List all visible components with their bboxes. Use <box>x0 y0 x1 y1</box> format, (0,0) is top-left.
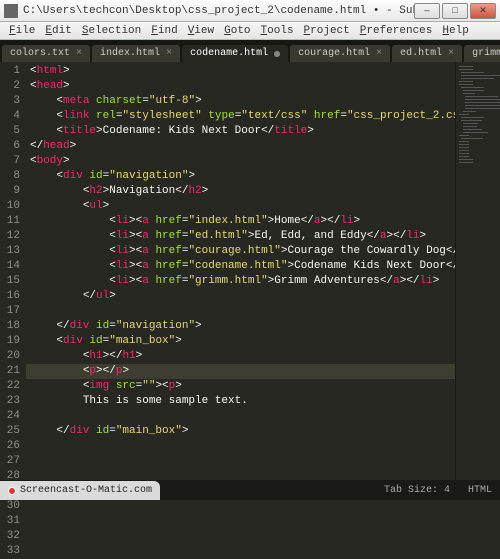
status-tab-size[interactable]: Tab Size: 4 <box>384 485 450 496</box>
code-line[interactable]: <li><a href="index.html">Home</a></li> <box>26 214 455 229</box>
menu-goto[interactable]: Goto <box>219 25 255 37</box>
tab-courage-html[interactable]: courage.html× <box>290 45 390 62</box>
window-titlebar: C:\Users\techcon\Desktop\css_project_2\c… <box>0 0 500 22</box>
code-line[interactable] <box>26 304 455 319</box>
code-line[interactable]: <div id="navigation"> <box>26 169 455 184</box>
record-icon <box>8 487 16 495</box>
tab-index-html[interactable]: index.html× <box>92 45 180 62</box>
code-line[interactable]: <meta charset="utf-8"> <box>26 94 455 109</box>
code-line[interactable]: <li><a href="courage.html">Courage the C… <box>26 244 455 259</box>
code-line[interactable] <box>26 409 455 424</box>
line-gutter: 1234567891011121314151617181920212223242… <box>0 62 26 480</box>
tab-grimm-html[interactable]: grimm.html× <box>464 45 500 62</box>
tab-close-icon[interactable]: × <box>376 48 382 59</box>
code-line[interactable]: This is some sample text. <box>26 394 455 409</box>
code-line[interactable]: <p></p> <box>26 364 455 379</box>
code-line[interactable]: </div id="navigation"> <box>26 319 455 334</box>
code-line[interactable]: </ul> <box>26 289 455 304</box>
menu-tools[interactable]: Tools <box>256 25 299 37</box>
window-title: C:\Users\techcon\Desktop\css_project_2\c… <box>23 5 414 17</box>
close-button[interactable]: ✕ <box>470 3 496 19</box>
menu-file[interactable]: File <box>4 25 40 37</box>
tab-close-icon[interactable] <box>274 51 280 57</box>
code-line[interactable]: <h2>Navigation</h2> <box>26 184 455 199</box>
code-line[interactable]: <img src=""><p> <box>26 379 455 394</box>
code-line[interactable] <box>26 439 455 454</box>
code-line[interactable]: <li><a href="codename.html">Codename Kid… <box>26 259 455 274</box>
tab-close-icon[interactable]: × <box>76 48 82 59</box>
code-line[interactable]: <div id="main_box"> <box>26 334 455 349</box>
code-line[interactable]: </head> <box>26 139 455 154</box>
code-line[interactable]: <li><a href="grimm.html">Grimm Adventure… <box>26 274 455 289</box>
menu-project[interactable]: Project <box>299 25 355 37</box>
code-line[interactable] <box>26 469 455 480</box>
tab-close-icon[interactable]: × <box>166 48 172 59</box>
watermark-text: Screencast-O-Matic.com <box>20 485 152 496</box>
tab-colors-txt[interactable]: colors.txt× <box>2 45 90 62</box>
code-line[interactable]: <head> <box>26 79 455 94</box>
code-line[interactable]: <link rel="stylesheet" type="text/css" h… <box>26 109 455 124</box>
tab-bar: colors.txt×index.html×codename.htmlcoura… <box>0 40 500 62</box>
minimap[interactable] <box>455 62 500 480</box>
code-line[interactable]: <li><a href="ed.html">Ed, Edd, and Eddy<… <box>26 229 455 244</box>
code-line[interactable]: <ul> <box>26 199 455 214</box>
code-line[interactable] <box>26 454 455 469</box>
menu-view[interactable]: View <box>183 25 219 37</box>
tab-close-icon[interactable]: × <box>448 48 454 59</box>
code-line[interactable]: <title>Codename: Kids Next Door</title> <box>26 124 455 139</box>
menu-help[interactable]: Help <box>437 25 473 37</box>
code-line[interactable]: <body> <box>26 154 455 169</box>
code-line[interactable]: <html> <box>26 64 455 79</box>
editor-area: 1234567891011121314151617181920212223242… <box>0 62 500 480</box>
code-line[interactable]: <h1></h1> <box>26 349 455 364</box>
menu-selection[interactable]: Selection <box>77 25 146 37</box>
menu-find[interactable]: Find <box>146 25 182 37</box>
menu-edit[interactable]: Edit <box>40 25 76 37</box>
tab-codename-html[interactable]: codename.html <box>182 45 288 62</box>
status-language[interactable]: HTML <box>468 485 492 496</box>
menu-preferences[interactable]: Preferences <box>355 25 438 37</box>
tab-ed-html[interactable]: ed.html× <box>392 45 462 62</box>
menu-bar: FileEditSelectionFindViewGotoToolsProjec… <box>0 22 500 40</box>
app-icon <box>4 4 18 18</box>
code-content[interactable]: <html><head> <meta charset="utf-8"> <lin… <box>26 62 455 480</box>
watermark: Screencast-O-Matic.com <box>0 481 160 500</box>
code-line[interactable]: </div id="main_box"> <box>26 424 455 439</box>
maximize-button[interactable]: □ <box>442 3 468 19</box>
minimize-button[interactable]: — <box>414 3 440 19</box>
